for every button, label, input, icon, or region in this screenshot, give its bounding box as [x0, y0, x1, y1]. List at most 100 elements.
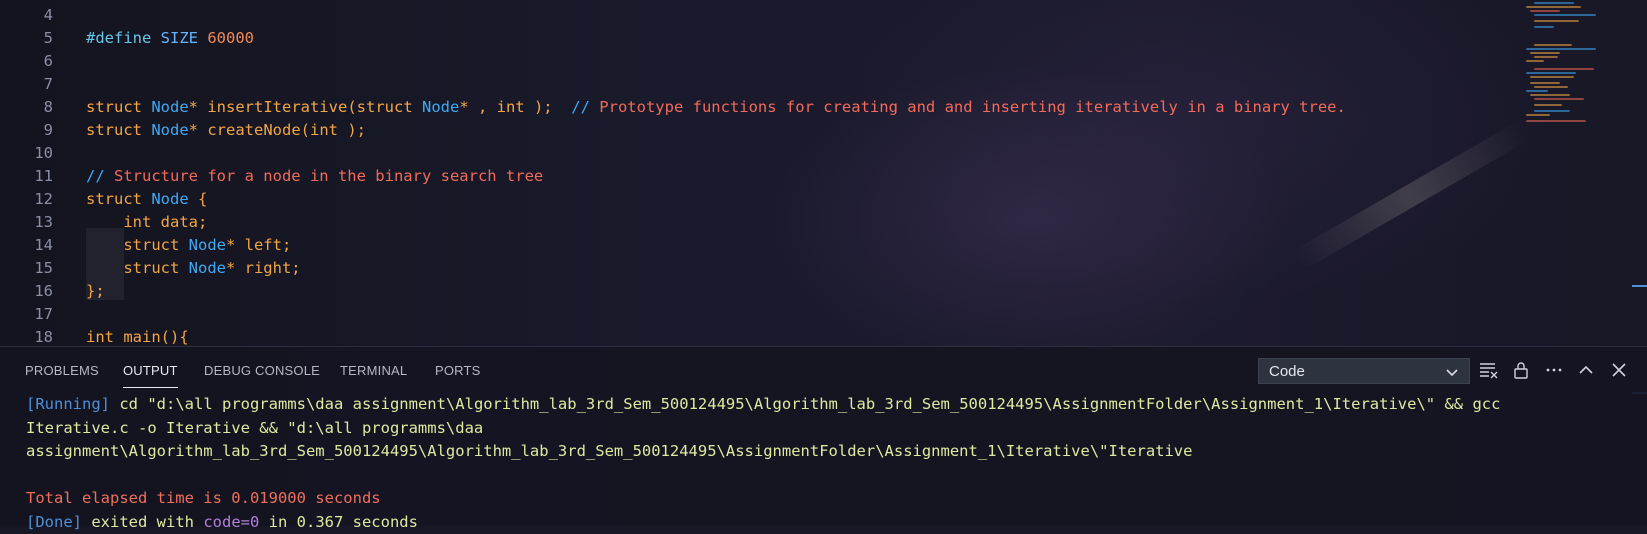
minimap-line [1526, 48, 1596, 50]
code-token: Node [421, 98, 460, 116]
minimap-line [1534, 110, 1570, 112]
code-token: Prototype functions for creating and and… [599, 98, 1346, 116]
line-number: 5 [43, 29, 53, 47]
code-text: int main(){ [86, 325, 189, 346]
minimap-line [1534, 2, 1574, 4]
code-text: // Structure for a node in the binary se… [86, 164, 543, 188]
lock-icon[interactable] [1510, 359, 1532, 381]
line-number: 11 [34, 167, 53, 185]
output-channel-select[interactable]: Code [1258, 358, 1470, 384]
chevron-down-icon [1446, 369, 1458, 377]
more-actions-icon[interactable] [1543, 359, 1565, 381]
minimap-line [1530, 10, 1560, 12]
minimap-line [1526, 60, 1544, 62]
editor-scrollbar-marker [1632, 285, 1647, 287]
tab-debug-console[interactable]: DEBUG CONSOLE [204, 363, 320, 378]
code-token: * [188, 98, 208, 116]
code-token: * right; [225, 259, 301, 277]
minimap-line [1534, 68, 1594, 70]
minimap-line [1534, 98, 1584, 100]
code-text: struct Node* left; [86, 233, 291, 257]
code-token: struct [86, 98, 152, 116]
code-token: int data; [86, 213, 208, 231]
code-token: main [123, 328, 161, 346]
code-token: Structure for a node in the binary searc… [114, 167, 544, 185]
code-token: (int ); [300, 121, 366, 139]
tab-ports[interactable]: PORTS [435, 363, 481, 378]
code-token: * left; [225, 236, 292, 254]
code-text: struct Node { [86, 187, 207, 211]
line-number: 18 [34, 328, 53, 346]
line-number: 8 [43, 98, 53, 116]
clear-output-icon[interactable] [1478, 359, 1500, 381]
code-token: struct [86, 236, 189, 254]
minimap-line [1534, 44, 1572, 46]
line-number: 15 [34, 259, 53, 277]
minimap-line [1530, 76, 1574, 78]
minimap-line [1534, 14, 1596, 16]
close-panel-icon[interactable] [1608, 359, 1630, 381]
minimap-line [1534, 26, 1554, 28]
tab-terminal[interactable]: TERMINAL [340, 363, 407, 378]
bottom-panel: PROBLEMS OUTPUT DEBUG CONSOLE TERMINAL P… [0, 346, 1647, 531]
code-token: ( [347, 98, 357, 116]
line-number: 6 [43, 52, 53, 70]
minimap-line [1526, 114, 1550, 116]
code-token: Node [151, 190, 198, 208]
minimap-line [1526, 6, 1581, 8]
code-token: { [198, 190, 208, 208]
line-number: 9 [43, 121, 53, 139]
code-token: struct [356, 98, 422, 116]
code-token: #define [86, 29, 161, 47]
minimap-line [1526, 90, 1548, 92]
code-text: struct Node* createNode(int ); [86, 118, 366, 142]
line-number: 7 [43, 75, 53, 93]
line-number: 12 [34, 190, 53, 208]
output-log[interactable]: [Running] cd "d:\all programms\daa assig… [26, 393, 1500, 534]
code-token: SIZE [160, 29, 208, 47]
output-line: in 0.367 seconds [259, 512, 418, 531]
code-token: struct [86, 259, 189, 277]
output-line: cd "d:\all programms\daa assignment\Algo… [110, 395, 1501, 413]
line-number: 17 [34, 305, 53, 323]
code-text: }; [86, 279, 105, 303]
output-line: exited with [82, 512, 204, 531]
code-token: Node [188, 259, 226, 277]
running-tag: [Running] [26, 395, 110, 413]
done-tag: [Done] [26, 512, 82, 531]
line-number: 10 [34, 144, 53, 162]
code-token: Node [151, 98, 189, 116]
minimap-line [1534, 20, 1579, 22]
tab-problems[interactable]: PROBLEMS [25, 363, 99, 378]
code-token: * [188, 121, 208, 139]
minimap-line [1530, 82, 1560, 84]
code-token: * , int ); [459, 98, 572, 116]
code-token: struct [86, 190, 152, 208]
code-text: #define SIZE 60000 [86, 26, 254, 50]
exit-code: code=0 [203, 512, 260, 531]
code-editor[interactable]: 4 5 #define SIZE 60000 6 7 8 struct Node* inse… [0, 0, 1647, 346]
code-text: int data; [86, 210, 207, 234]
code-token: struct [86, 121, 152, 139]
line-number: 4 [43, 6, 53, 24]
code-token: insertIterative [207, 98, 348, 116]
code-token: }; [86, 282, 105, 300]
maximize-panel-icon[interactable] [1575, 359, 1597, 381]
minimap[interactable] [1518, 0, 1630, 140]
tab-output[interactable]: OUTPUT [123, 363, 178, 388]
code-text: struct Node* right; [86, 256, 301, 280]
line-number: 13 [34, 213, 53, 231]
line-number: 14 [34, 236, 53, 254]
code-token: // [86, 167, 114, 185]
minimap-line [1534, 104, 1562, 106]
code-token: int [86, 328, 124, 346]
code-token: // [571, 98, 600, 116]
minimap-line [1530, 94, 1570, 96]
code-token: createNode [207, 121, 301, 139]
minimap-line [1526, 72, 1576, 74]
program-output-line: Total elapsed time is 0.019000 seconds [26, 489, 381, 507]
code-token: Node [188, 236, 226, 254]
minimap-line [1530, 52, 1560, 54]
code-token: Node [151, 121, 189, 139]
minimap-line [1534, 86, 1568, 88]
